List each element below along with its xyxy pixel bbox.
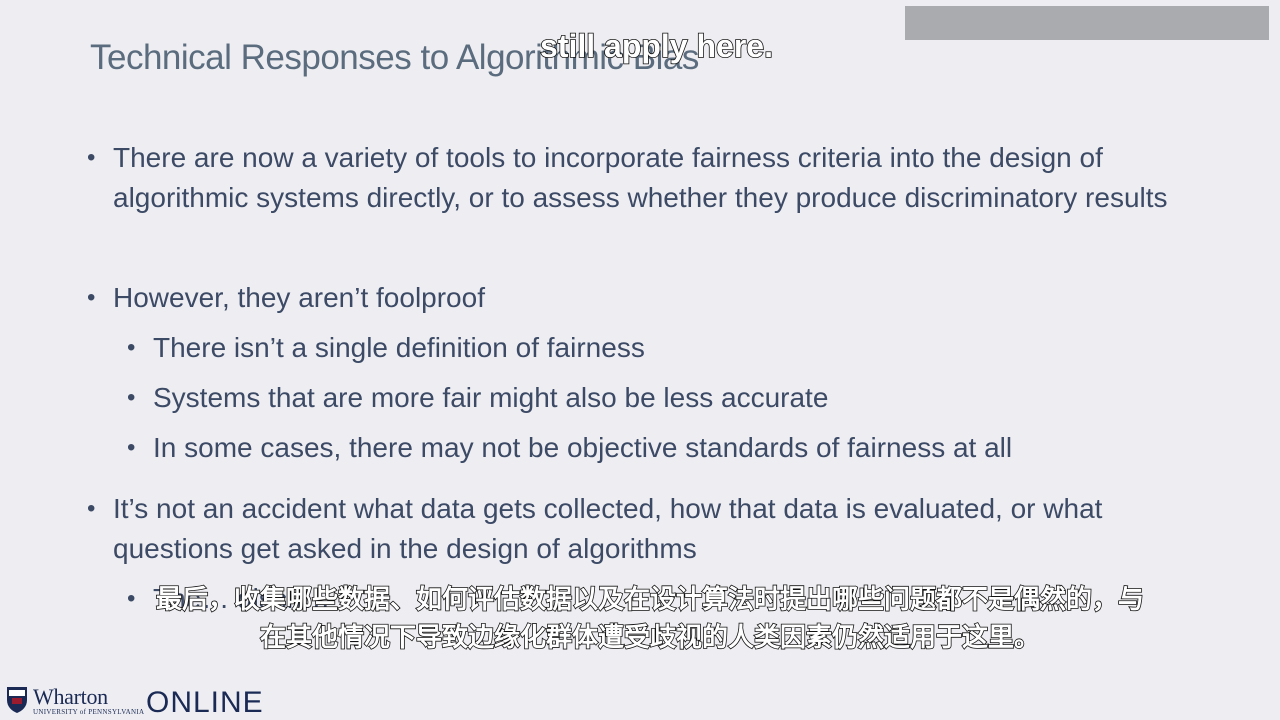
bullet-dot-icon: • [87,284,96,311]
chinese-subtitle: 最后，收集哪些数据、如何评估数据以及在设计算法时提出哪些问题都不是偶然的，与在其… [155,583,1145,653]
bullet-2: • However, they aren’t foolproof [87,278,1213,318]
bullet-dot-icon: • [127,585,136,612]
video-slide: Technical Responses to Algorithmic Bias … [0,0,1280,720]
sub-bullet-2-1: • There isn’t a single definition of fai… [127,328,1233,368]
penn-shield-icon [7,687,27,713]
wharton-online-logo: Wharton UNIVERSITY of PENNSYLVANIA ONLIN… [6,684,266,720]
bullet-dot-icon: • [87,495,96,522]
sub-bullet-text: Systems that are more fair might also be… [153,382,829,413]
bullet-dot-icon: • [127,434,136,461]
sub-bullet-2-3: • In some cases, there may not be object… [127,428,1233,468]
sub-bullet-2-2: • Systems that are more fair might also … [127,378,1233,418]
bullet-dot-icon: • [127,384,136,411]
logo-wharton-text: Wharton [33,684,108,709]
bullet-2-text: However, they aren’t foolproof [113,282,485,313]
bullet-3: • It’s not an accident what data gets co… [87,489,1213,569]
logo-university-text: UNIVERSITY of PENNSYLVANIA [33,708,145,716]
bullet-dot-icon: • [87,144,96,171]
logo-online-text: ONLINE [146,686,264,719]
sub-bullet-text: In some cases, there may not be objectiv… [153,432,1013,463]
bullet-1-text: There are now a variety of tools to inco… [113,142,1168,213]
bullet-dot-icon: • [127,334,136,361]
bullet-1: • There are now a variety of tools to in… [87,138,1213,218]
sub-bullet-text: There isn’t a single definition of fairn… [153,332,645,363]
bullet-3-text: It’s not an accident what data gets coll… [113,493,1103,564]
